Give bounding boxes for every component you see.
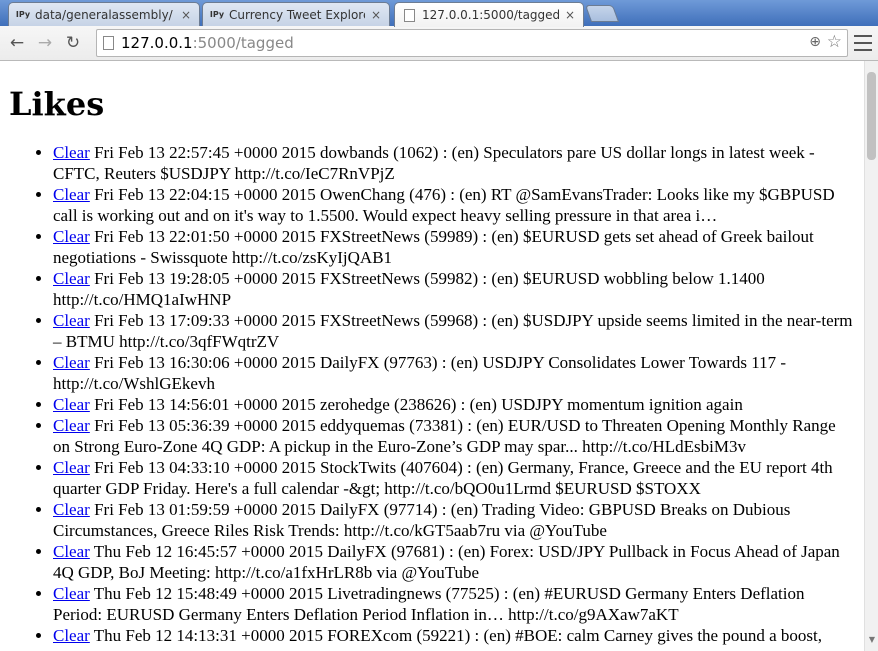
list-item: Clear Fri Feb 13 01:59:59 +0000 2015 Dai… bbox=[53, 499, 864, 541]
page-content: Likes Clear Fri Feb 13 22:57:45 +0000 20… bbox=[0, 85, 864, 646]
tweet-text: Fri Feb 13 01:59:59 +0000 2015 DailyFX (… bbox=[53, 500, 791, 540]
page-icon bbox=[103, 36, 114, 50]
url-path: :5000/tagged bbox=[192, 34, 294, 52]
scrollbar-thumb[interactable] bbox=[867, 72, 876, 160]
zoom-icon[interactable]: ⊕ bbox=[809, 34, 821, 50]
tab-title: Currency Tweet Explorer bbox=[229, 7, 365, 22]
tweet-text: Thu Feb 12 14:13:31 +0000 2015 FOREXcom … bbox=[89, 626, 822, 645]
address-bar[interactable]: 127.0.0.1:5000/tagged ⊕ ☆ bbox=[96, 29, 848, 57]
clear-link[interactable]: Clear bbox=[53, 269, 90, 288]
tab-currency-tweet-explorer[interactable]: IPy Currency Tweet Explorer × bbox=[202, 2, 390, 26]
tweet-text: Fri Feb 13 14:56:01 +0000 2015 zerohedge… bbox=[89, 395, 743, 414]
clear-link[interactable]: Clear bbox=[53, 353, 90, 372]
clear-link[interactable]: Clear bbox=[53, 395, 90, 414]
tab-tagged[interactable]: 127.0.0.1:5000/tagged × bbox=[394, 2, 584, 27]
new-tab-button[interactable] bbox=[584, 5, 620, 22]
clear-link[interactable]: Clear bbox=[53, 458, 90, 477]
vertical-scrollbar[interactable]: ▼ bbox=[864, 61, 878, 651]
list-item: Clear Thu Feb 12 14:13:31 +0000 2015 FOR… bbox=[53, 625, 864, 646]
list-item: Clear Fri Feb 13 22:57:45 +0000 2015 dow… bbox=[53, 142, 864, 184]
tab-strip: IPy data/generalassembly/ × IPy Currency… bbox=[0, 0, 878, 27]
page-viewport: Likes Clear Fri Feb 13 22:57:45 +0000 20… bbox=[0, 61, 864, 651]
tweet-text: Fri Feb 13 19:28:05 +0000 2015 FXStreetN… bbox=[53, 269, 765, 309]
forward-arrow-icon[interactable]: → bbox=[34, 32, 56, 54]
list-item: Clear Fri Feb 13 04:33:10 +0000 2015 Sto… bbox=[53, 457, 864, 499]
tweet-text: Fri Feb 13 05:36:39 +0000 2015 eddyquema… bbox=[53, 416, 836, 456]
tweet-text: Fri Feb 13 22:01:50 +0000 2015 FXStreetN… bbox=[53, 227, 814, 267]
clear-link[interactable]: Clear bbox=[53, 626, 90, 645]
clear-link[interactable]: Clear bbox=[53, 542, 90, 561]
clear-link[interactable]: Clear bbox=[53, 227, 90, 246]
clear-link[interactable]: Clear bbox=[53, 416, 90, 435]
tab-title: 127.0.0.1:5000/tagged bbox=[422, 8, 559, 22]
list-item: Clear Fri Feb 13 05:36:39 +0000 2015 edd… bbox=[53, 415, 864, 457]
reload-icon[interactable]: ↻ bbox=[62, 32, 84, 54]
tweet-text: Fri Feb 13 04:33:10 +0000 2015 StockTwit… bbox=[53, 458, 833, 498]
clear-link[interactable]: Clear bbox=[53, 143, 90, 162]
list-item: Clear Fri Feb 13 22:04:15 +0000 2015 Owe… bbox=[53, 184, 864, 226]
browser-toolbar: ← → ↻ 127.0.0.1:5000/tagged ⊕ ☆ bbox=[0, 26, 878, 61]
tweet-text: Fri Feb 13 17:09:33 +0000 2015 FXStreetN… bbox=[53, 311, 853, 351]
clear-link[interactable]: Clear bbox=[53, 584, 90, 603]
page-title: Likes bbox=[9, 85, 105, 123]
url-host: 127.0.0.1 bbox=[121, 34, 193, 52]
tweet-text: Fri Feb 13 22:04:15 +0000 2015 OwenChang… bbox=[53, 185, 835, 225]
tweet-text: Thu Feb 12 16:45:57 +0000 2015 DailyFX (… bbox=[53, 542, 840, 582]
ipython-icon: IPy bbox=[15, 10, 31, 19]
scroll-down-arrow-icon[interactable]: ▼ bbox=[865, 635, 878, 644]
list-item: Clear Fri Feb 13 16:30:06 +0000 2015 Dai… bbox=[53, 352, 864, 394]
list-item: Clear Fri Feb 13 19:28:05 +0000 2015 FXS… bbox=[53, 268, 864, 310]
page-icon bbox=[404, 8, 415, 22]
list-item: Clear Thu Feb 12 16:45:57 +0000 2015 Dai… bbox=[53, 541, 864, 583]
tweet-text: Fri Feb 13 16:30:06 +0000 2015 DailyFX (… bbox=[53, 353, 787, 393]
list-item: Clear Fri Feb 13 17:09:33 +0000 2015 FXS… bbox=[53, 310, 864, 352]
list-item: Clear Fri Feb 13 22:01:50 +0000 2015 FXS… bbox=[53, 226, 864, 268]
tab-title: data/generalassembly/ bbox=[35, 7, 173, 22]
clear-link[interactable]: Clear bbox=[53, 500, 90, 519]
menu-icon[interactable] bbox=[854, 33, 872, 53]
close-tab-icon[interactable]: × bbox=[369, 8, 383, 22]
list-item: Clear Fri Feb 13 14:56:01 +0000 2015 zer… bbox=[53, 394, 864, 415]
list-item: Clear Thu Feb 12 15:48:49 +0000 2015 Liv… bbox=[53, 583, 864, 625]
back-arrow-icon[interactable]: ← bbox=[6, 32, 28, 54]
tab-generalassembly[interactable]: IPy data/generalassembly/ × bbox=[8, 2, 200, 26]
tweet-text: Fri Feb 13 22:57:45 +0000 2015 dowbands … bbox=[53, 143, 815, 183]
bookmark-star-icon[interactable]: ☆ bbox=[827, 32, 842, 52]
close-tab-icon[interactable]: × bbox=[563, 8, 577, 22]
close-tab-icon[interactable]: × bbox=[179, 8, 193, 22]
url-text: 127.0.0.1:5000/tagged bbox=[121, 34, 294, 52]
clear-link[interactable]: Clear bbox=[53, 311, 90, 330]
tweet-text: Thu Feb 12 15:48:49 +0000 2015 Livetradi… bbox=[53, 584, 805, 624]
ipython-icon: IPy bbox=[209, 10, 225, 19]
clear-link[interactable]: Clear bbox=[53, 185, 90, 204]
likes-list: Clear Fri Feb 13 22:57:45 +0000 2015 dow… bbox=[9, 142, 864, 646]
